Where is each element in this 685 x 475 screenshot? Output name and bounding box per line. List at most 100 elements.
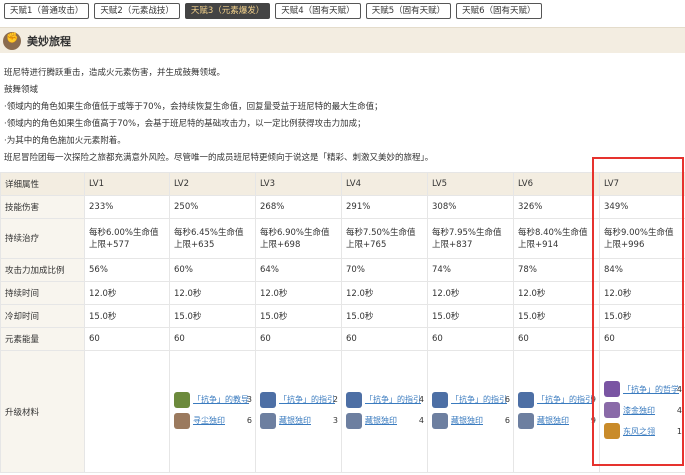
table-cell: 每秒7.95%生命值 上限+837 bbox=[427, 218, 514, 259]
talent-description-line: 班尼冒险团每一次探险之旅都充满意外风险。尽管唯一的成员班尼特更倾向于说这是「精彩… bbox=[4, 153, 434, 163]
table-cell: 74% bbox=[427, 258, 514, 282]
talent-description-line: 鼓舞领域 bbox=[4, 85, 39, 95]
material-item[interactable]: 东风之翎 1 bbox=[604, 422, 682, 440]
material-name-link[interactable]: 藏银独印 bbox=[365, 416, 397, 425]
talent-description-line: 班尼特进行腾跃重击，造成火元素伤害，并生成鼓舞领域。 bbox=[4, 68, 226, 78]
material-name-link[interactable]: 「抗争」的指引 bbox=[451, 395, 507, 404]
material-count: 4 bbox=[676, 405, 682, 415]
table-cell: 308% bbox=[427, 195, 514, 219]
table-row: 元素能量 60 60 60 60 60 60 60 bbox=[0, 327, 685, 351]
materials-row: 升级材料 「抗争」的教导 3 寻尘独印 6 「抗争」的指引 2 藏银独印 3 「抗争」的指引… bbox=[0, 350, 685, 473]
row-label: 攻击力加成比例 bbox=[0, 258, 85, 282]
cell-line: 上限+837 bbox=[432, 239, 473, 250]
cell-line: 上限+914 bbox=[518, 239, 559, 250]
table-cell: 12.0秒 bbox=[341, 281, 428, 305]
material-name-link[interactable]: 藏银独印 bbox=[537, 416, 569, 425]
header-cell: LV2 bbox=[169, 172, 256, 196]
cell-line: 每秒9.00%生命值 bbox=[604, 227, 674, 238]
book-icon bbox=[260, 391, 276, 408]
materials-cell: 「抗争」的教导 3 寻尘独印 6 bbox=[169, 350, 256, 473]
materials-cell: 「抗争」的指引 6 藏银独印 6 bbox=[427, 350, 514, 473]
mask-icon bbox=[260, 412, 276, 429]
table-cell: 12.0秒 bbox=[599, 281, 685, 305]
material-item[interactable]: 藏银独印 4 bbox=[346, 412, 424, 430]
cell-line: 每秒6.45%生命值 bbox=[174, 227, 244, 238]
material-item[interactable]: 「抗争」的教导 3 bbox=[174, 391, 252, 409]
material-name-link[interactable]: 漆金独印 bbox=[623, 406, 655, 415]
cell-line: 每秒6.90%生命值 bbox=[260, 227, 330, 238]
table-cell: 每秒9.00%生命值 上限+996 bbox=[599, 218, 685, 259]
material-item[interactable]: 漆金独印 4 bbox=[604, 401, 682, 419]
material-name-link[interactable]: 「抗争」的哲学 bbox=[623, 385, 679, 394]
table-cell: 12.0秒 bbox=[169, 281, 256, 305]
material-name-link[interactable]: 「抗争」的指引 bbox=[537, 395, 593, 404]
row-label: 升级材料 bbox=[0, 350, 85, 473]
table-cell: 12.0秒 bbox=[427, 281, 514, 305]
cell-line: 每秒6.00%生命值 bbox=[89, 227, 159, 238]
table-cell: 每秒8.40%生命值 上限+914 bbox=[513, 218, 600, 259]
talent-description-line: ·领域内的角色如果生命值低于或等于70%，会持续恢复生命值，回复量受益于班尼特的… bbox=[4, 102, 383, 112]
cell-line: 上限+577 bbox=[89, 239, 130, 250]
tab-talent-2[interactable]: 天赋2（元素战技） bbox=[94, 3, 180, 19]
talent-header: 美妙旅程 bbox=[0, 27, 685, 53]
mask-icon bbox=[432, 412, 448, 429]
tab-talent-1[interactable]: 天赋1（普通攻击） bbox=[4, 3, 90, 19]
table-cell: 60 bbox=[427, 327, 514, 351]
table-cell: 291% bbox=[341, 195, 428, 219]
cell-line: 上限+698 bbox=[260, 239, 301, 250]
material-count: 4 bbox=[418, 395, 424, 404]
material-item[interactable]: 藏银独印 6 bbox=[432, 412, 510, 430]
row-label: 持续治疗 bbox=[0, 218, 85, 259]
cell-line: 上限+635 bbox=[174, 239, 215, 250]
table-cell: 60% bbox=[169, 258, 256, 282]
talent-stats-table: 详细属性 LV1 LV2 LV3 LV4 LV5 LV6 LV7 技能伤害 23… bbox=[0, 172, 685, 473]
material-item[interactable]: 「抗争」的指引 2 bbox=[260, 391, 338, 409]
table-cell: 每秒6.45%生命值 上限+635 bbox=[169, 218, 256, 259]
material-item[interactable]: 「抗争」的指引 6 bbox=[432, 391, 510, 409]
table-cell: 56% bbox=[84, 258, 170, 282]
material-count: 3 bbox=[332, 416, 338, 425]
material-count: 3 bbox=[246, 395, 252, 404]
cell-line: 每秒8.40%生命值 bbox=[518, 227, 588, 238]
material-item[interactable]: 寻尘独印 6 bbox=[174, 412, 252, 430]
material-count: 9 bbox=[590, 395, 596, 404]
book-icon bbox=[432, 391, 448, 408]
material-item[interactable]: 「抗争」的指引 9 bbox=[518, 391, 596, 409]
table-cell: 15.0秒 bbox=[427, 304, 514, 328]
materials-cell: 「抗争」的指引 2 藏银独印 3 bbox=[255, 350, 342, 473]
material-name-link[interactable]: 东风之翎 bbox=[623, 427, 655, 436]
tab-talent-4[interactable]: 天赋4（固有天赋） bbox=[275, 3, 361, 19]
fist-icon bbox=[3, 31, 21, 50]
table-row: 冷却时间 15.0秒 15.0秒 15.0秒 15.0秒 15.0秒 15.0秒… bbox=[0, 304, 685, 328]
table-cell: 15.0秒 bbox=[255, 304, 342, 328]
table-cell: 60 bbox=[255, 327, 342, 351]
cell-line: 每秒7.50%生命值 bbox=[346, 227, 416, 238]
material-item[interactable]: 「抗争」的指引 4 bbox=[346, 391, 424, 409]
mask-icon bbox=[604, 402, 620, 418]
row-label: 技能伤害 bbox=[0, 195, 85, 219]
book-icon bbox=[174, 391, 190, 408]
material-item[interactable]: 「抗争」的哲学 4 bbox=[604, 380, 682, 398]
material-item[interactable]: 藏银独印 3 bbox=[260, 412, 338, 430]
table-cell: 15.0秒 bbox=[341, 304, 428, 328]
material-name-link[interactable]: 藏银独印 bbox=[451, 416, 483, 425]
materials-cell: 「抗争」的哲学 4 漆金独印 4 东风之翎 1 bbox=[599, 350, 685, 473]
materials-cell bbox=[84, 350, 170, 473]
table-cell: 每秒7.50%生命值 上限+765 bbox=[341, 218, 428, 259]
table-cell: 60 bbox=[341, 327, 428, 351]
material-name-link[interactable]: 「抗争」的指引 bbox=[365, 395, 421, 404]
mask-icon bbox=[174, 412, 190, 429]
material-name-link[interactable]: 藏银独印 bbox=[279, 416, 311, 425]
tab-talent-3[interactable]: 天赋3（元素爆发） bbox=[184, 3, 271, 19]
tab-talent-5[interactable]: 天赋5（固有天赋） bbox=[365, 3, 452, 19]
book-icon bbox=[346, 391, 362, 408]
material-name-link[interactable]: 「抗争」的指引 bbox=[279, 395, 335, 404]
material-item[interactable]: 藏银独印 9 bbox=[518, 412, 596, 430]
material-name-link[interactable]: 寻尘独印 bbox=[193, 416, 225, 425]
row-label: 元素能量 bbox=[0, 327, 85, 351]
tab-talent-6[interactable]: 天赋6（固有天赋） bbox=[456, 3, 542, 19]
material-count: 6 bbox=[246, 416, 252, 425]
table-cell: 70% bbox=[341, 258, 428, 282]
table-cell: 60 bbox=[84, 327, 170, 351]
material-name-link[interactable]: 「抗争」的教导 bbox=[193, 395, 249, 404]
